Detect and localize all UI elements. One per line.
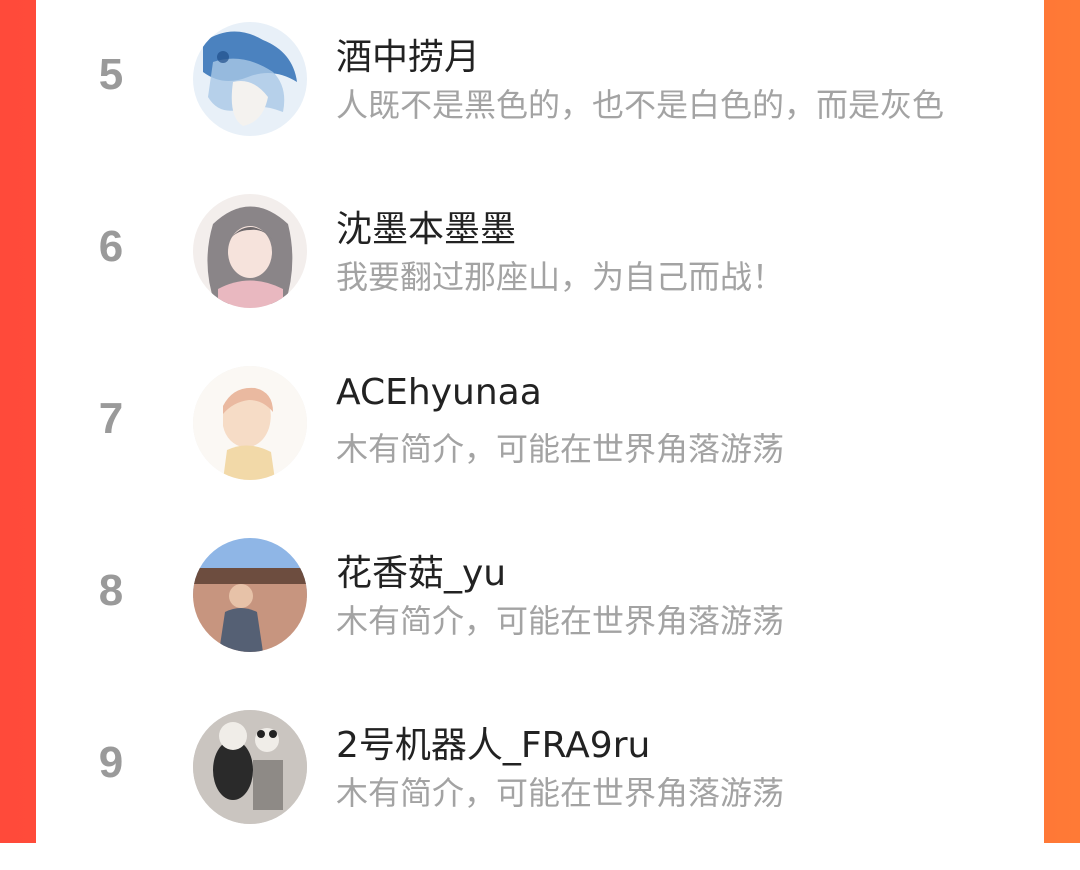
user-name[interactable]: ACEhyunaa xyxy=(336,372,542,413)
ranking-row[interactable]: 8 花香菇_yu 木有简介，可能在世界角落游荡 xyxy=(36,526,1044,698)
user-avatar[interactable] xyxy=(193,22,307,136)
user-bio: 木有简介，可能在世界角落游荡 xyxy=(336,602,785,640)
ranking-list: 5 酒中捞月 人既不是黑色的，也不是白色的，而是灰色 6 沈墨本墨墨 我要翻过那… xyxy=(36,0,1044,843)
user-name[interactable]: 2号机器人_FRA9ru xyxy=(336,716,650,768)
rank-number: 8 xyxy=(98,566,124,615)
user-avatar[interactable] xyxy=(193,538,307,652)
rank-number: 7 xyxy=(98,394,124,443)
rank-number: 5 xyxy=(98,50,124,99)
rank-number: 9 xyxy=(98,738,124,787)
user-avatar[interactable] xyxy=(193,194,307,308)
ranking-row[interactable]: 7 ACEhyunaa 木有简介，可能在世界角落游荡 xyxy=(36,354,1044,526)
page-background: 5 酒中捞月 人既不是黑色的，也不是白色的，而是灰色 6 沈墨本墨墨 我要翻过那… xyxy=(0,0,1080,843)
user-bio: 我要翻过那座山，为自己而战！ xyxy=(336,258,785,296)
user-bio: 木有简介，可能在世界角落游荡 xyxy=(336,774,785,812)
rank-number: 6 xyxy=(98,222,124,271)
user-avatar[interactable] xyxy=(193,366,307,480)
user-bio: 人既不是黑色的，也不是白色的，而是灰色 xyxy=(336,86,945,124)
user-name[interactable]: 沈墨本墨墨 xyxy=(336,200,516,252)
user-bio: 木有简介，可能在世界角落游荡 xyxy=(336,430,785,468)
user-name[interactable]: 酒中捞月 xyxy=(336,28,480,80)
user-name[interactable]: 花香菇_yu xyxy=(336,544,506,596)
ranking-row[interactable]: 9 2号机器人_FRA9ru 木有简介，可能在世界角落游荡 xyxy=(36,698,1044,870)
ranking-row[interactable]: 5 酒中捞月 人既不是黑色的，也不是白色的，而是灰色 xyxy=(36,10,1044,182)
user-avatar[interactable] xyxy=(193,710,307,824)
ranking-row[interactable]: 6 沈墨本墨墨 我要翻过那座山，为自己而战！ xyxy=(36,182,1044,354)
